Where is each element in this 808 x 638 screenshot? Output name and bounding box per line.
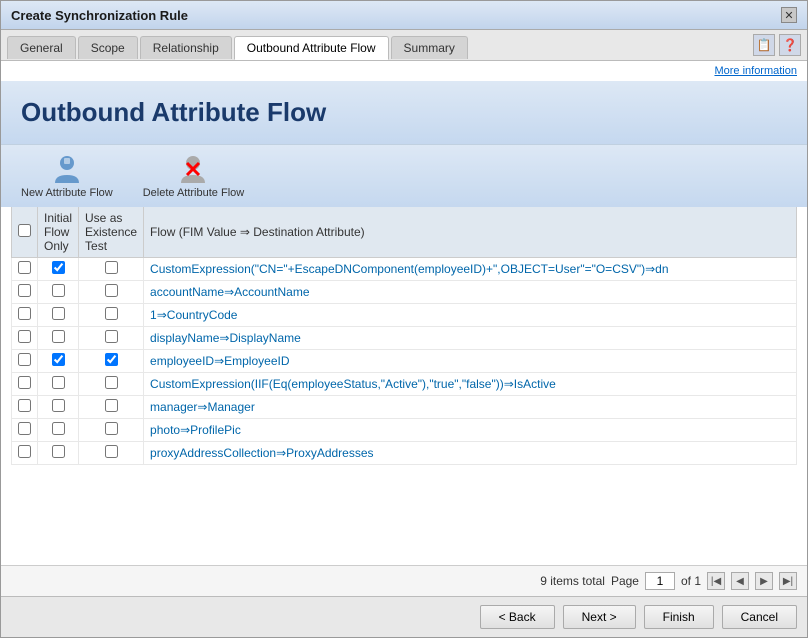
page-label: Page: [611, 574, 639, 588]
table-row: proxyAddressCollection⇒ProxyAddresses: [12, 442, 797, 465]
delete-attribute-flow-button[interactable]: Delete Attribute Flow: [143, 153, 245, 199]
col-initial-flow: Initial Flow Only: [38, 207, 79, 258]
more-information-link[interactable]: More information: [1, 61, 807, 81]
table-row: accountName⇒AccountName: [12, 281, 797, 304]
items-total: 9 items total: [540, 574, 605, 588]
initial-flow-checkbox[interactable]: [52, 284, 65, 297]
close-button[interactable]: ✕: [781, 7, 797, 23]
existence-test-checkbox[interactable]: [105, 445, 118, 458]
page-of-label: of 1: [681, 574, 701, 588]
help-icon[interactable]: ❓: [779, 34, 801, 56]
table-header: Initial Flow Only Use as Existence Test …: [12, 207, 797, 258]
tab-relationship[interactable]: Relationship: [140, 36, 232, 59]
page-title: Outbound Attribute Flow: [21, 97, 787, 128]
existence-test-checkbox[interactable]: [105, 399, 118, 412]
row-select-checkbox[interactable]: [18, 261, 31, 274]
flow-value: proxyAddressCollection⇒ProxyAddresses: [144, 442, 797, 465]
delete-attribute-flow-icon: [177, 153, 209, 185]
row-select-checkbox[interactable]: [18, 284, 31, 297]
initial-flow-checkbox[interactable]: [52, 261, 65, 274]
existence-test-checkbox[interactable]: [105, 353, 118, 366]
row-select-checkbox[interactable]: [18, 353, 31, 366]
col-select-all: [12, 207, 38, 258]
select-all-checkbox[interactable]: [18, 224, 31, 237]
table-row: 1⇒CountryCode: [12, 304, 797, 327]
page-number-input[interactable]: [645, 572, 675, 590]
flow-value: CustomExpression("CN="+EscapeDNComponent…: [144, 258, 797, 281]
existence-test-checkbox[interactable]: [105, 376, 118, 389]
flow-value: employeeID⇒EmployeeID: [144, 350, 797, 373]
existence-test-checkbox[interactable]: [105, 261, 118, 274]
row-select-checkbox[interactable]: [18, 376, 31, 389]
content-area: More information Outbound Attribute Flow…: [1, 61, 807, 596]
next-button[interactable]: Next >: [563, 605, 636, 629]
new-attribute-flow-button[interactable]: New Attribute Flow: [21, 153, 113, 199]
row-select-checkbox[interactable]: [18, 399, 31, 412]
existence-test-checkbox[interactable]: [105, 330, 118, 343]
col-existence-test: Use as Existence Test: [79, 207, 144, 258]
tab-general[interactable]: General: [7, 36, 76, 59]
table-row: employeeID⇒EmployeeID: [12, 350, 797, 373]
table-row: displayName⇒DisplayName: [12, 327, 797, 350]
flow-value: photo⇒ProfilePic: [144, 419, 797, 442]
attribute-flow-table: Initial Flow Only Use as Existence Test …: [11, 207, 797, 465]
flow-value: manager⇒Manager: [144, 396, 797, 419]
initial-flow-checkbox[interactable]: [52, 445, 65, 458]
header-section: Outbound Attribute Flow: [1, 81, 807, 144]
row-select-checkbox[interactable]: [18, 445, 31, 458]
toolbar: New Attribute Flow Delete Attribute Flow: [1, 144, 807, 207]
cancel-button[interactable]: Cancel: [722, 605, 797, 629]
tab-scope[interactable]: Scope: [78, 36, 138, 59]
main-window: Create Synchronization Rule ✕ General Sc…: [0, 0, 808, 638]
flow-value: 1⇒CountryCode: [144, 304, 797, 327]
initial-flow-checkbox[interactable]: [52, 353, 65, 366]
table-row: CustomExpression("CN="+EscapeDNComponent…: [12, 258, 797, 281]
window-title: Create Synchronization Rule: [11, 8, 188, 23]
initial-flow-checkbox[interactable]: [52, 399, 65, 412]
flow-value: CustomExpression(IIF(Eq(employeeStatus,"…: [144, 373, 797, 396]
new-attribute-flow-icon: [51, 153, 83, 185]
existence-test-checkbox[interactable]: [105, 284, 118, 297]
table-row: CustomExpression(IIF(Eq(employeeStatus,"…: [12, 373, 797, 396]
tab-outbound-attribute-flow[interactable]: Outbound Attribute Flow: [234, 36, 389, 60]
tab-icons: 📋 ❓: [753, 34, 801, 60]
title-bar: Create Synchronization Rule ✕: [1, 1, 807, 30]
initial-flow-checkbox[interactable]: [52, 307, 65, 320]
last-page-button[interactable]: ▶|: [779, 572, 797, 590]
tab-summary[interactable]: Summary: [391, 36, 468, 59]
existence-test-checkbox[interactable]: [105, 422, 118, 435]
finish-button[interactable]: Finish: [644, 605, 714, 629]
existence-test-checkbox[interactable]: [105, 307, 118, 320]
next-page-button[interactable]: ▶: [755, 572, 773, 590]
pagination-bar: 9 items total Page of 1 |◀ ◀ ▶ ▶|: [1, 565, 807, 596]
back-button[interactable]: < Back: [480, 605, 555, 629]
initial-flow-checkbox[interactable]: [52, 422, 65, 435]
table-row: manager⇒Manager: [12, 396, 797, 419]
table-row: photo⇒ProfilePic: [12, 419, 797, 442]
prev-page-button[interactable]: ◀: [731, 572, 749, 590]
row-select-checkbox[interactable]: [18, 330, 31, 343]
first-page-button[interactable]: |◀: [707, 572, 725, 590]
footer: < Back Next > Finish Cancel: [1, 596, 807, 637]
initial-flow-checkbox[interactable]: [52, 330, 65, 343]
initial-flow-checkbox[interactable]: [52, 376, 65, 389]
row-select-checkbox[interactable]: [18, 422, 31, 435]
row-select-checkbox[interactable]: [18, 307, 31, 320]
help-book-icon[interactable]: 📋: [753, 34, 775, 56]
flow-value: displayName⇒DisplayName: [144, 327, 797, 350]
col-flow: Flow (FIM Value ⇒ Destination Attribute): [144, 207, 797, 258]
table-section: Initial Flow Only Use as Existence Test …: [1, 207, 807, 565]
new-attribute-flow-label: New Attribute Flow: [21, 187, 113, 199]
tabs-row: General Scope Relationship Outbound Attr…: [1, 30, 807, 61]
flow-value: accountName⇒AccountName: [144, 281, 797, 304]
delete-attribute-flow-label: Delete Attribute Flow: [143, 187, 245, 199]
